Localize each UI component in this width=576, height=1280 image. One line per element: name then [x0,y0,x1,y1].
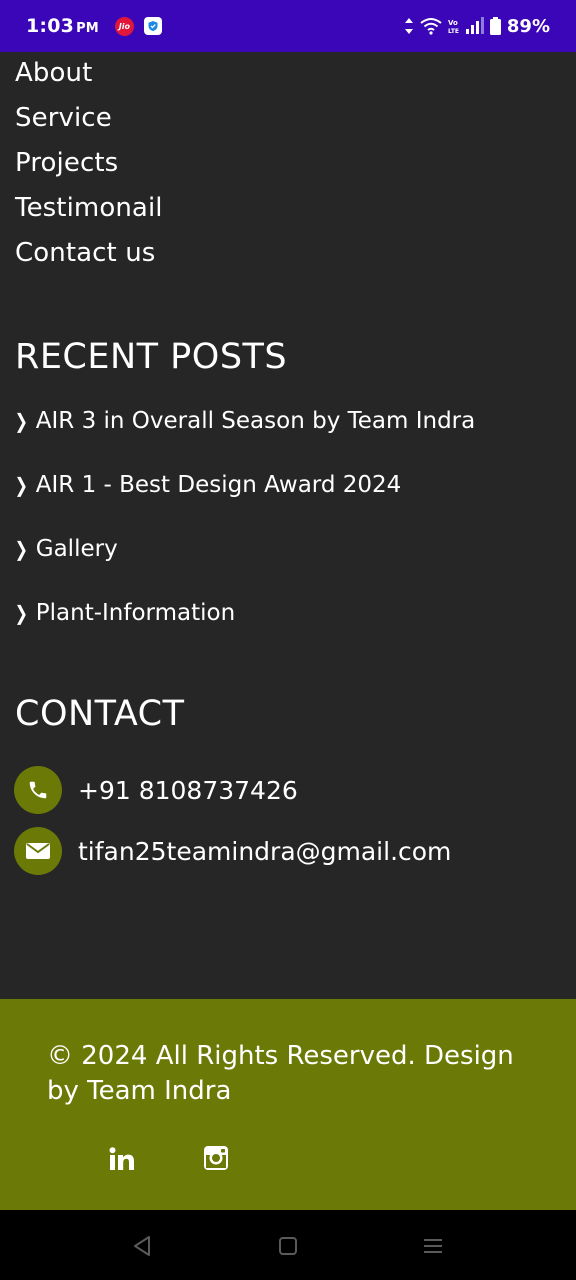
recent-post-label: Gallery [35,536,118,562]
status-time: 1:03 PM [26,15,99,37]
data-arrows-icon [404,17,414,35]
jio-label: Jio [118,21,131,31]
recent-posts-heading: RECENT POSTS [15,337,288,377]
home-icon[interactable] [274,1232,302,1260]
battery-icon [489,17,501,35]
back-icon[interactable] [128,1232,156,1260]
signal-icon [465,17,484,35]
nav-link-service[interactable]: Service [15,103,112,133]
recents-menu-icon[interactable] [419,1232,447,1260]
svg-text:Vo: Vo [448,19,458,27]
recent-post-label: AIR 1 - Best Design Award 2024 [35,472,402,498]
nav-link-testimonail[interactable]: Testimonail [15,193,163,223]
instagram-icon[interactable] [203,1145,229,1171]
recent-post-item[interactable]: ❯ Plant-Information [13,600,235,626]
recent-post-item[interactable]: ❯ AIR 3 in Overall Season by Team Indra [13,408,476,434]
recent-post-item[interactable]: ❯ AIR 1 - Best Design Award 2024 [13,472,402,498]
status-bar: 1:03 PM Jio Vo LTE 89% [0,0,576,52]
system-nav-bar [0,1210,576,1280]
status-time-ampm: PM [76,21,99,36]
svg-text:LTE: LTE [448,28,459,35]
chevron-right-icon: ❯ [14,409,29,433]
phone-icon [14,766,62,814]
battery-percent: 89% [506,15,550,37]
linkedin-icon[interactable] [108,1146,136,1172]
contact-phone-row[interactable]: +91 8108737426 [14,766,298,814]
wifi-icon [420,17,442,35]
recent-post-label: Plant-Information [35,600,236,626]
nav-link-about[interactable]: About [15,58,92,88]
chevron-right-icon: ❯ [14,537,29,561]
chevron-right-icon: ❯ [14,601,29,625]
contact-heading: CONTACT [15,694,185,734]
recent-post-item[interactable]: ❯ Gallery [13,536,118,562]
contact-email-text: tifan25teamindra@gmail.com [78,836,452,866]
status-time-value: 1:03 [26,15,75,37]
shield-icon [143,17,162,35]
volte-icon: Vo LTE [448,17,460,35]
footer-widget-area: About Service Projects Testimonail Conta… [0,52,576,999]
recent-post-label: AIR 3 in Overall Season by Team Indra [35,408,476,434]
contact-phone-text: +91 8108737426 [78,775,298,805]
envelope-icon [14,827,62,875]
jio-icon: Jio [114,16,134,36]
nav-link-projects[interactable]: Projects [15,148,118,178]
copyright-text: © 2024 All Rights Reserved. Design by Te… [47,1041,514,1106]
nav-link-contact-us[interactable]: Contact us [15,238,155,268]
contact-email-row[interactable]: tifan25teamindra@gmail.com [14,827,451,875]
site-footer: © 2024 All Rights Reserved. Design by Te… [0,999,576,1210]
chevron-right-icon: ❯ [14,473,29,497]
